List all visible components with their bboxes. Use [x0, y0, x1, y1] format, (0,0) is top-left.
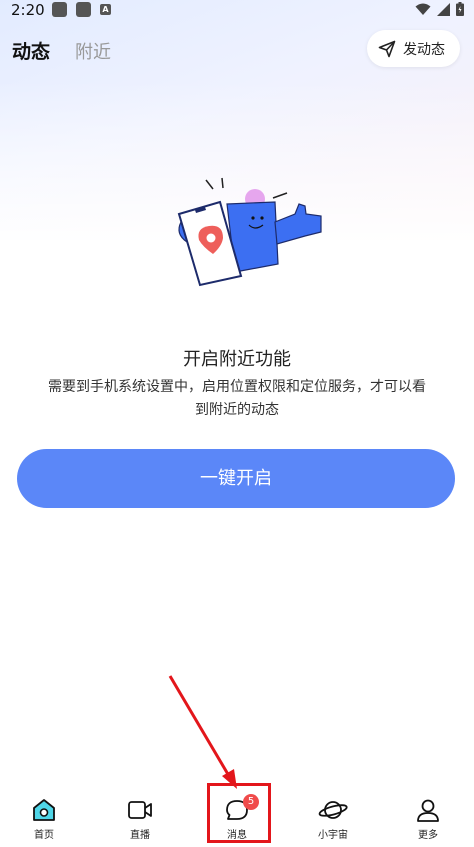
- annotation-highlight-box: [207, 783, 271, 843]
- nav-item-home[interactable]: 首页: [14, 788, 74, 844]
- status-indicators: [415, 2, 464, 16]
- home-icon: [33, 799, 55, 821]
- notification-app-icon: [52, 2, 67, 17]
- person-icon: [417, 799, 439, 822]
- enable-location-button[interactable]: 一键开启: [17, 449, 455, 508]
- nav-label-universe: 小宇宙: [318, 830, 348, 841]
- nav-item-universe[interactable]: 小宇宙: [303, 788, 363, 844]
- tab-dynamics[interactable]: 动态: [12, 37, 50, 64]
- status-time: 2:20: [11, 1, 45, 19]
- empty-state-description: 需要到手机系统设置中，启用位置权限和定位服务，才可以看到附近的动态: [48, 379, 426, 418]
- nav-item-live[interactable]: 直播: [110, 788, 170, 844]
- nav-label-live: 直播: [130, 830, 150, 841]
- post-dynamic-label: 发动态: [403, 41, 445, 58]
- empty-state-title: 开启附近功能: [183, 349, 291, 370]
- nav-label-more: 更多: [418, 830, 438, 841]
- notification-app-icon: [76, 2, 91, 17]
- battery-icon: [456, 2, 464, 16]
- status-bar: 2:20 A: [0, 0, 474, 22]
- notification-letter-icon: A: [100, 4, 111, 15]
- video-camera-icon: [128, 801, 152, 819]
- location-permission-illustration: [177, 177, 322, 287]
- wifi-icon: [415, 3, 431, 15]
- send-icon: [378, 40, 396, 57]
- post-dynamic-button[interactable]: 发动态: [367, 30, 460, 67]
- nav-label-home: 首页: [34, 830, 54, 841]
- tab-nearby[interactable]: 附近: [75, 38, 111, 64]
- signal-icon: [437, 2, 450, 16]
- planet-icon: [318, 801, 348, 819]
- nav-item-more[interactable]: 更多: [398, 788, 458, 844]
